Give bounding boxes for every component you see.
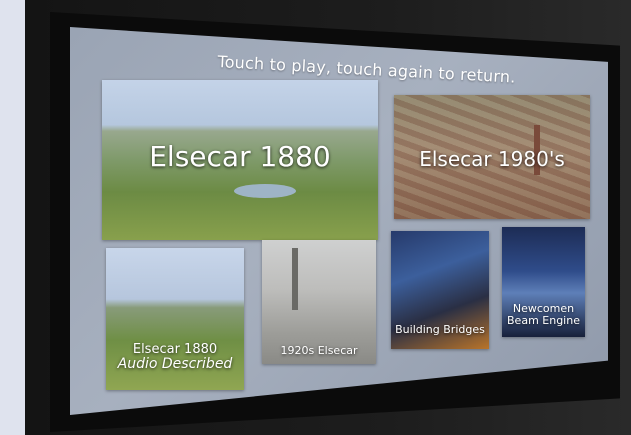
tile-label: Building Bridges <box>395 323 485 336</box>
tile-label: Elsecar 1880 <box>149 140 331 173</box>
tile-elsecar-1880[interactable]: Elsecar 1880 <box>102 80 378 240</box>
tile-1920s-elsecar[interactable]: 1920s Elsecar <box>262 240 376 364</box>
tile-elsecar-1880-audio-described[interactable]: Elsecar 1880 Audio Described <box>106 248 244 390</box>
tile-label: Newcomen Beam Engine <box>502 303 585 327</box>
tile-label-line2: Beam Engine <box>507 314 580 327</box>
tile-label-line2: Audio Described <box>117 356 233 372</box>
tile-label: Elsecar 1880 Audio Described <box>106 342 244 372</box>
tile-label-line1: Elsecar 1880 <box>132 342 218 357</box>
tile-building-bridges[interactable]: Building Bridges <box>391 231 489 349</box>
tile-newcomen-beam-engine[interactable]: Newcomen Beam Engine <box>502 227 585 337</box>
tile-label: Elsecar 1980's <box>419 147 565 171</box>
chimney-image-detail <box>292 248 298 310</box>
tile-label: 1920s Elsecar <box>280 344 358 357</box>
pond-image-detail <box>234 184 296 198</box>
tile-elsecar-1980s[interactable]: Elsecar 1980's <box>394 95 590 219</box>
